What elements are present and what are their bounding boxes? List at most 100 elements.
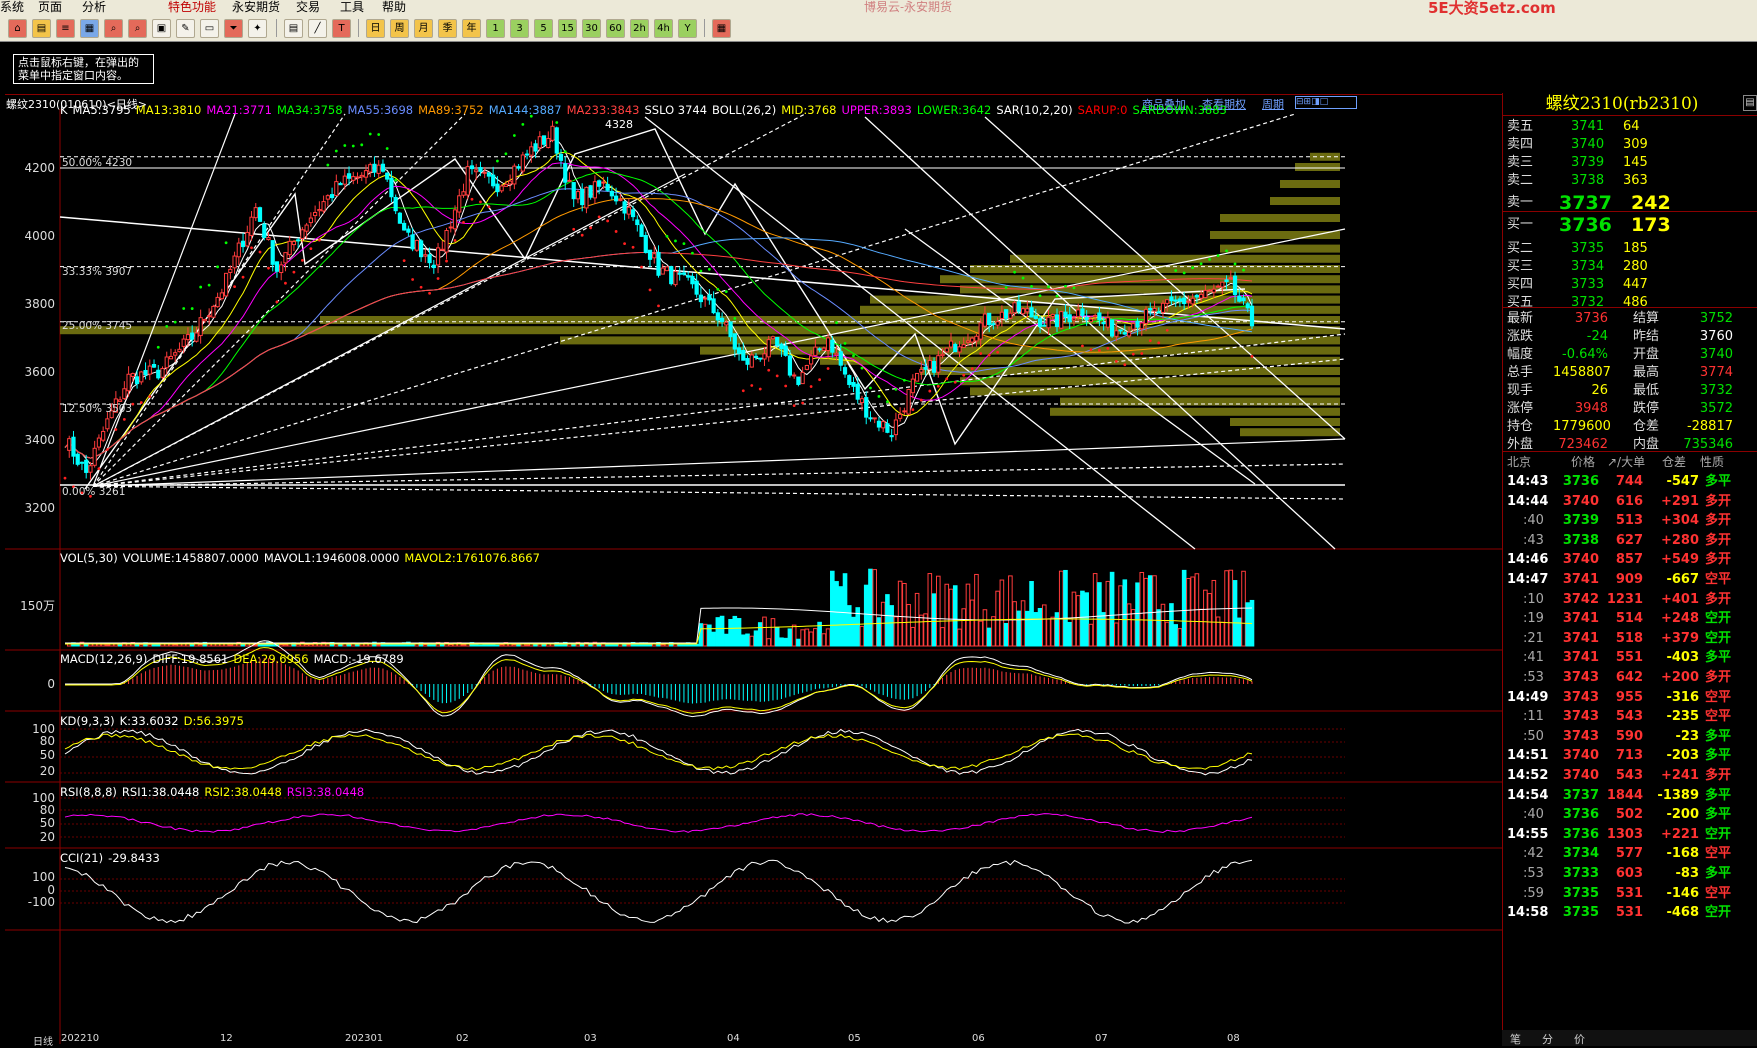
volume-bar [483,645,487,646]
candle-body [1187,301,1190,302]
candle-body [1170,297,1173,301]
period-60m-button[interactable]: 60 [606,19,625,38]
period-30m-button[interactable]: 30 [582,19,601,38]
stat-row: 涨停3948跌停3572 [1503,399,1738,419]
period-4h-button[interactable]: 4h [654,19,673,38]
fan-line [93,114,805,486]
period-year-button[interactable]: 年 [462,19,481,38]
candle-body [148,366,151,374]
calculator-icon[interactable]: ▦ [712,19,731,38]
sar-dot [318,239,321,242]
filter-icon[interactable]: ⏷ [224,19,243,38]
candle-body [865,398,868,418]
bid-row[interactable]: 买一3736173 [1503,211,1738,239]
candle-body [699,295,702,301]
volume-bar [822,634,826,646]
window-controls[interactable]: ⊟⊞◨□ [1295,96,1357,109]
chart-icon[interactable]: ▦ [80,19,99,38]
candle-body [212,306,215,317]
tab-minute[interactable]: 分 [1542,1031,1553,1047]
zoom-icon[interactable]: ⌕ [128,19,147,38]
menu-trade[interactable]: 交易 [296,0,320,14]
period-15m-button[interactable]: 15 [558,19,577,38]
sar-dot [1234,263,1237,266]
period-1m-button[interactable]: 1 [486,19,505,38]
screen-icon[interactable]: ▭ [200,19,219,38]
home-icon[interactable]: ⌂ [8,19,27,38]
new-icon[interactable]: ✦ [248,19,267,38]
search-icon[interactable]: ⌕ [104,19,123,38]
volume-bar [907,605,911,646]
sar-dot [1217,254,1220,257]
time-tick: 12 [220,1033,233,1044]
candle-body [899,414,902,418]
sar-dot [386,147,389,150]
sar-dot [895,388,898,391]
menu-tools[interactable]: 工具 [340,0,364,14]
menu-analysis[interactable]: 分析 [82,0,106,14]
ask-row[interactable]: 卖三3739145 [1503,153,1738,173]
candle-body [1106,318,1109,327]
volume-bar [864,585,868,646]
bid-row[interactable]: 买三3734280 [1503,257,1738,277]
period-2h-button[interactable]: 2h [630,19,649,38]
period-3m-button[interactable]: 3 [510,19,529,38]
volume-profile-bar [970,387,1340,395]
bid-price: 3733 [1571,275,1604,295]
candle-body [343,176,346,184]
legend-item: MID:3768 [781,103,836,117]
sar-dot [369,133,372,136]
candle-body [1072,318,1075,320]
volume-bar [229,645,233,646]
period-y-button[interactable]: Y [678,19,697,38]
ask-price: 3738 [1571,171,1604,191]
candle-body [856,384,859,399]
menu-page[interactable]: 页面 [38,0,62,14]
tab-trades[interactable]: 笔 [1510,1031,1521,1047]
candle-body [555,128,558,153]
menu-features[interactable]: 特色功能 [168,0,216,14]
sar-dot [1149,339,1152,342]
sar-dot [971,367,974,370]
legend-item: K:33.6032 [120,714,179,728]
fib-label-50: 50.00% 4230 [62,157,132,169]
candle-body [1119,330,1122,331]
bid-row[interactable]: 买四3733447 [1503,275,1738,295]
ask-row[interactable]: 卖二3738363 [1503,171,1738,191]
tick-icon[interactable]: T [332,19,351,38]
ask-row[interactable]: 卖五374164 [1503,117,1738,137]
ask-row[interactable]: 卖四3740309 [1503,135,1738,155]
candle-body [509,181,512,184]
period-week-button[interactable]: 周 [390,19,409,38]
period-month-button[interactable]: 月 [414,19,433,38]
volume-bar [254,645,258,646]
rsi-line [65,814,1252,833]
list-icon[interactable]: ≡ [56,19,75,38]
volume-bar [1089,624,1093,646]
candle-body [322,202,325,211]
sar-dot [106,448,109,451]
volume-bar [1021,601,1025,646]
window-icon[interactable]: ▤ [32,19,51,38]
panel-menu-icon[interactable]: ▤ [1743,95,1757,111]
tab-price[interactable]: 价 [1574,1031,1585,1047]
menu-yongan[interactable]: 永安期货 [232,0,280,14]
volume-bar [1153,576,1157,646]
line-chart-icon[interactable]: ╱ [308,19,327,38]
table-icon[interactable]: ▤ [284,19,303,38]
period-5m-button[interactable]: 5 [534,19,553,38]
volume-bar [279,645,283,646]
stat-label: 最高 [1633,363,1659,383]
sar-dot [827,367,830,370]
menu-system[interactable]: 系统 [0,0,24,14]
bid-row[interactable]: 买二3735185 [1503,239,1738,259]
volume-profile-bar [820,357,1340,365]
tick-row[interactable]: 14:583735531-468空开 [1503,902,1743,924]
period-quarter-button[interactable]: 季 [438,19,457,38]
menu-help[interactable]: 帮助 [382,0,406,14]
candle-body [615,196,618,201]
period-day-button[interactable]: 日 [366,19,385,38]
candle-body [517,167,520,168]
pen-icon[interactable]: ✎ [176,19,195,38]
layout-icon[interactable]: ▣ [152,19,171,38]
